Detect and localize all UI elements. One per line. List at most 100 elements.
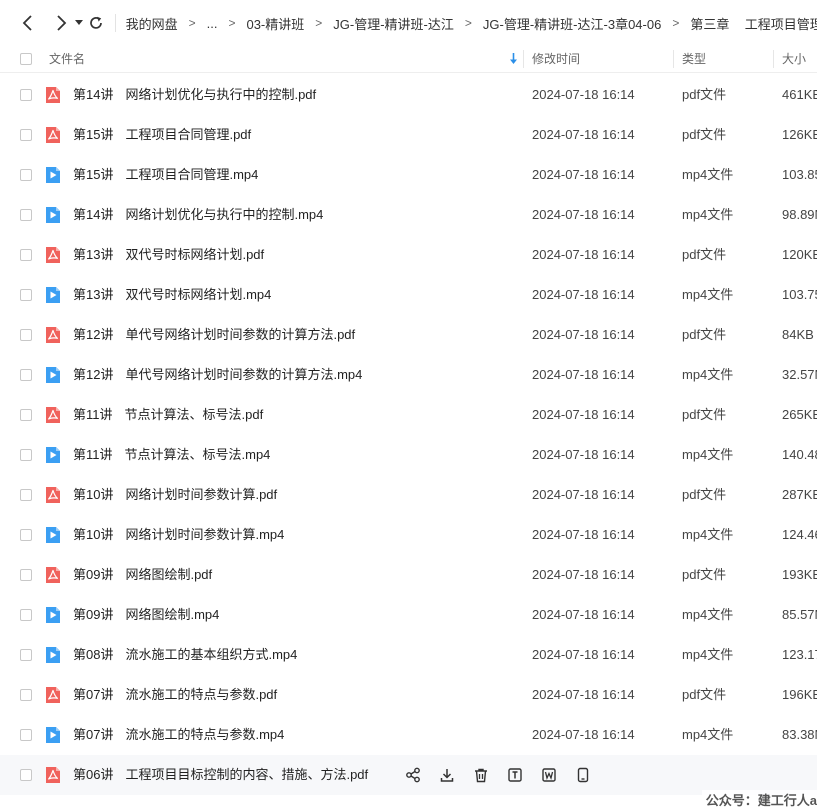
file-name[interactable]: 第14讲 网络计划优化与执行中的控制.mp4 (73, 195, 323, 235)
row-checkbox[interactable] (20, 249, 32, 261)
file-modified-date: 2024-07-18 16:14 (532, 127, 635, 142)
file-type: pdf文件 (682, 327, 727, 342)
row-checkbox[interactable] (20, 409, 32, 421)
video-file-icon (46, 367, 60, 383)
row-checkbox[interactable] (20, 89, 32, 101)
file-name[interactable]: 第06讲 工程项目目标控制的内容、措施、方法.pdf (73, 755, 368, 795)
file-row[interactable]: 第14讲 网络计划优化与执行中的控制.mp4 2024-07-18 16:14 mp4… (0, 195, 817, 235)
file-row[interactable]: 第09讲 网络图绘制.pdf 2024-07-18 16:14 pdf文件 193KB (0, 555, 817, 595)
file-name[interactable]: 第12讲 单代号网络计划时间参数的计算方法.pdf (73, 315, 355, 355)
row-checkbox[interactable] (20, 449, 32, 461)
file-name[interactable]: 第07讲 流水施工的特点与参数.pdf (73, 675, 277, 715)
file-row[interactable]: 第15讲 工程项目合同管理.mp4 2024-07-18 16:14 mp4文件 103… (0, 155, 817, 195)
download-button[interactable] (438, 766, 456, 784)
file-name[interactable]: 第10讲 网络计划时间参数计算.pdf (73, 475, 277, 515)
row-checkbox[interactable] (20, 169, 32, 181)
file-row[interactable]: 第08讲 流水施工的基本组织方式.mp4 2024-07-18 16:14 mp4文件… (0, 635, 817, 675)
file-name[interactable]: 第08讲 流水施工的基本组织方式.mp4 (73, 635, 297, 675)
rename-button[interactable] (506, 766, 524, 784)
column-divider[interactable] (523, 50, 524, 68)
file-row[interactable]: 第14讲 网络计划优化与执行中的控制.pdf 2024-07-18 16:14 pdf… (0, 75, 817, 115)
file-name[interactable]: 第15讲 工程项目合同管理.pdf (73, 115, 251, 155)
file-row[interactable]: 第12讲 单代号网络计划时间参数的计算方法.mp4 2024-07-18 16:14… (0, 355, 817, 395)
pdf-file-icon (46, 567, 60, 583)
row-checkbox[interactable] (20, 129, 32, 141)
breadcrumb-ellipsis[interactable]: ... (207, 16, 218, 31)
file-name[interactable]: 第15讲 工程项目合同管理.mp4 (73, 155, 258, 195)
file-row[interactable]: 第10讲 网络计划时间参数计算.pdf 2024-07-18 16:14 pdf文件 2… (0, 475, 817, 515)
lecture-number: 第11讲 (73, 407, 113, 422)
history-dropdown-button[interactable] (72, 11, 85, 35)
chevron-left-icon (22, 15, 32, 31)
file-title: 流水施工的特点与参数.mp4 (125, 727, 285, 742)
column-header-name[interactable]: 文件名 (49, 46, 85, 72)
file-row[interactable]: 第13讲 双代号时标网络计划.mp4 2024-07-18 16:14 mp4文件 10… (0, 275, 817, 315)
file-row[interactable]: 第12讲 单代号网络计划时间参数的计算方法.pdf 2024-07-18 16:14… (0, 315, 817, 355)
file-name[interactable]: 第09讲 网络图绘制.pdf (73, 555, 212, 595)
phone-button[interactable] (574, 766, 592, 784)
file-row[interactable]: 第11讲 节点计算法、标号法.pdf 2024-07-18 16:14 pdf文件 26… (0, 395, 817, 435)
breadcrumb-current[interactable]: 工程项目管理 (745, 14, 817, 33)
column-header-type[interactable]: 类型 (682, 46, 706, 72)
column-divider[interactable] (773, 50, 774, 68)
delete-button[interactable] (472, 766, 490, 784)
row-checkbox[interactable] (20, 609, 32, 621)
sort-down-arrow-icon[interactable] (509, 46, 518, 72)
toolbar-divider (114, 14, 116, 32)
file-row[interactable]: 第13讲 双代号时标网络计划.pdf 2024-07-18 16:14 pdf文件 12… (0, 235, 817, 275)
breadcrumb-item[interactable]: 第三章 (690, 14, 729, 33)
row-checkbox[interactable] (20, 689, 32, 701)
file-name[interactable]: 第09讲 网络图绘制.mp4 (73, 595, 219, 635)
breadcrumb-item[interactable]: 我的网盘 (126, 14, 178, 33)
column-header-date[interactable]: 修改时间 (532, 46, 580, 72)
breadcrumb-item[interactable]: JG-管理-精讲班-达江 (333, 14, 454, 33)
breadcrumb-item[interactable]: 03-精讲班 (246, 14, 304, 33)
file-title: 网络计划时间参数计算.pdf (125, 487, 278, 502)
row-checkbox[interactable] (20, 289, 32, 301)
file-title: 网络计划时间参数计算.mp4 (125, 527, 285, 542)
column-divider[interactable] (673, 50, 674, 68)
row-checkbox[interactable] (20, 529, 32, 541)
row-checkbox[interactable] (20, 729, 32, 741)
file-title: 节点计算法、标号法.pdf (124, 407, 264, 422)
file-name[interactable]: 第12讲 单代号网络计划时间参数的计算方法.mp4 (73, 355, 362, 395)
file-row[interactable]: 第10讲 网络计划时间参数计算.mp4 2024-07-18 16:14 mp4文件 1… (0, 515, 817, 555)
file-size: 193KB (782, 567, 817, 582)
row-checkbox[interactable] (20, 769, 32, 781)
file-name[interactable]: 第10讲 网络计划时间参数计算.mp4 (73, 515, 284, 555)
file-name[interactable]: 第11讲 节点计算法、标号法.mp4 (73, 435, 270, 475)
file-name[interactable]: 第07讲 流水施工的特点与参数.mp4 (73, 715, 284, 755)
lecture-number: 第09讲 (73, 567, 114, 582)
file-size: 287KB (782, 487, 817, 502)
row-checkbox[interactable] (20, 489, 32, 501)
file-name[interactable]: 第13讲 双代号时标网络计划.mp4 (73, 275, 271, 315)
forward-button[interactable] (50, 11, 73, 35)
word-button[interactable] (540, 766, 558, 784)
lecture-number: 第08讲 (73, 647, 114, 662)
file-modified-date: 2024-07-18 16:14 (532, 567, 635, 582)
file-row[interactable]: 第09讲网络图绘制.mp4 2024-07-18 16:14 mp4文件 85.57M (0, 595, 817, 635)
row-checkbox[interactable] (20, 329, 32, 341)
column-header-size[interactable]: 大小 (782, 46, 806, 72)
row-checkbox[interactable] (20, 369, 32, 381)
file-name[interactable]: 第11讲 节点计算法、标号法.pdf (73, 395, 263, 435)
select-all-checkbox[interactable] (20, 53, 32, 65)
file-row[interactable]: 第07讲 流水施工的特点与参数.mp4 2024-07-18 16:14 mp4文件 8… (0, 715, 817, 755)
file-name[interactable]: 第14讲 网络计划优化与执行中的控制.pdf (73, 75, 316, 115)
file-name[interactable]: 第13讲 双代号时标网络计划.pdf (73, 235, 264, 275)
file-row[interactable]: 第06讲 工程项目目标控制的内容、措施、方法.pdf (0, 755, 817, 795)
file-row[interactable]: 第07讲 流水施工的特点与参数.pdf 2024-07-18 16:14 pdf文件 1… (0, 675, 817, 715)
file-type: pdf文件 (682, 487, 727, 502)
file-row[interactable]: 第15讲 工程项目合同管理.pdf 2024-07-18 16:14 pdf文件 126… (0, 115, 817, 155)
rename-icon (507, 767, 523, 783)
share-button[interactable] (404, 766, 422, 784)
file-title: 节点计算法、标号法.mp4 (124, 447, 271, 462)
refresh-button[interactable] (86, 11, 107, 35)
file-row[interactable]: 第11讲 节点计算法、标号法.mp4 2024-07-18 16:14 mp4文件 14… (0, 435, 817, 475)
row-checkbox[interactable] (20, 649, 32, 661)
lecture-number: 第15讲 (73, 167, 114, 182)
back-button[interactable] (16, 11, 39, 35)
row-checkbox[interactable] (20, 569, 32, 581)
breadcrumb-item[interactable]: JG-管理-精讲班-达江-3章04-06 (483, 14, 661, 33)
row-checkbox[interactable] (20, 209, 32, 221)
